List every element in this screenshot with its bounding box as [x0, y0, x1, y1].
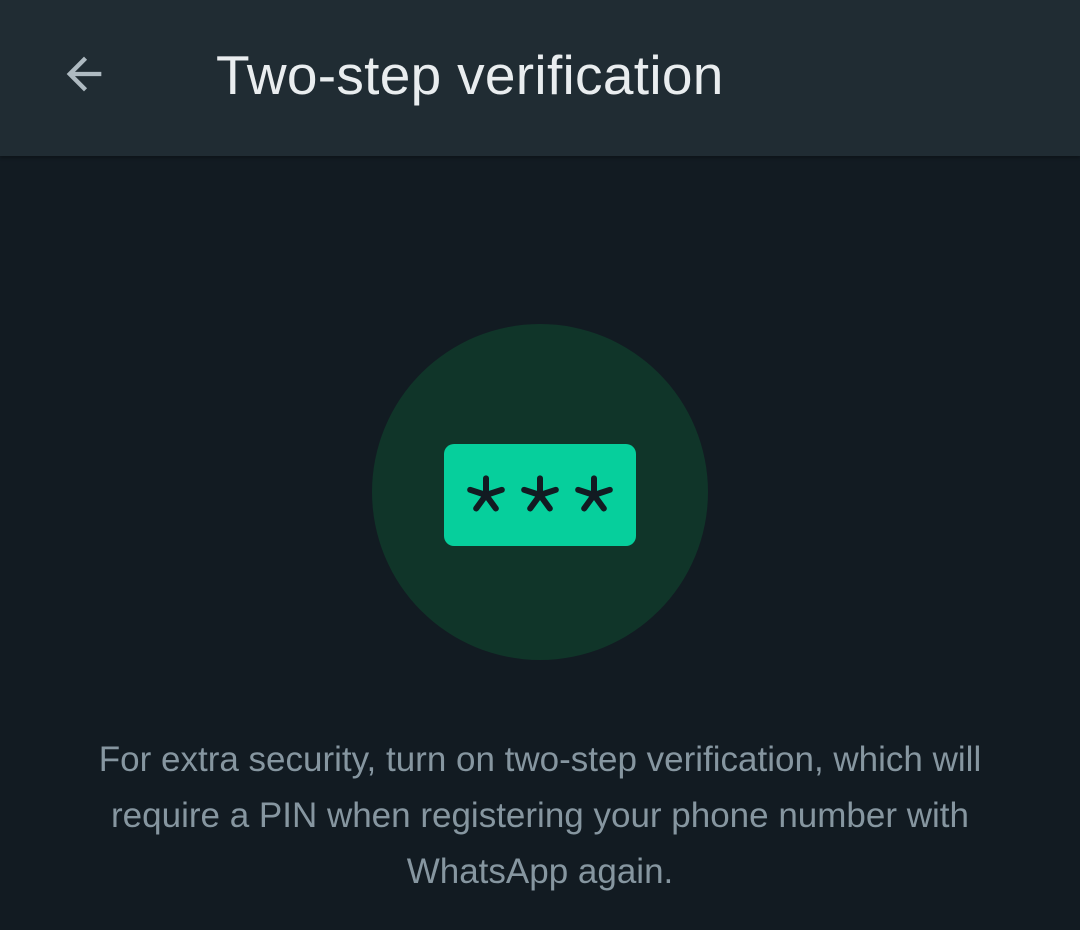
app-bar: Two-step verification — [0, 0, 1080, 156]
asterisk-icon — [467, 475, 505, 512]
two-step-verification-screen: Two-step verification For extra security… — [0, 0, 1080, 930]
back-button[interactable] — [46, 36, 122, 112]
description-text: For extra security, turn on two-step ver… — [98, 740, 982, 891]
asterisk-icon — [521, 475, 559, 512]
page-title: Two-step verification — [216, 44, 724, 106]
asterisk-icon — [575, 475, 613, 512]
pin-illustration — [372, 324, 708, 660]
pin-asterisks-icon — [444, 444, 636, 546]
arrow-left-icon — [66, 56, 102, 92]
